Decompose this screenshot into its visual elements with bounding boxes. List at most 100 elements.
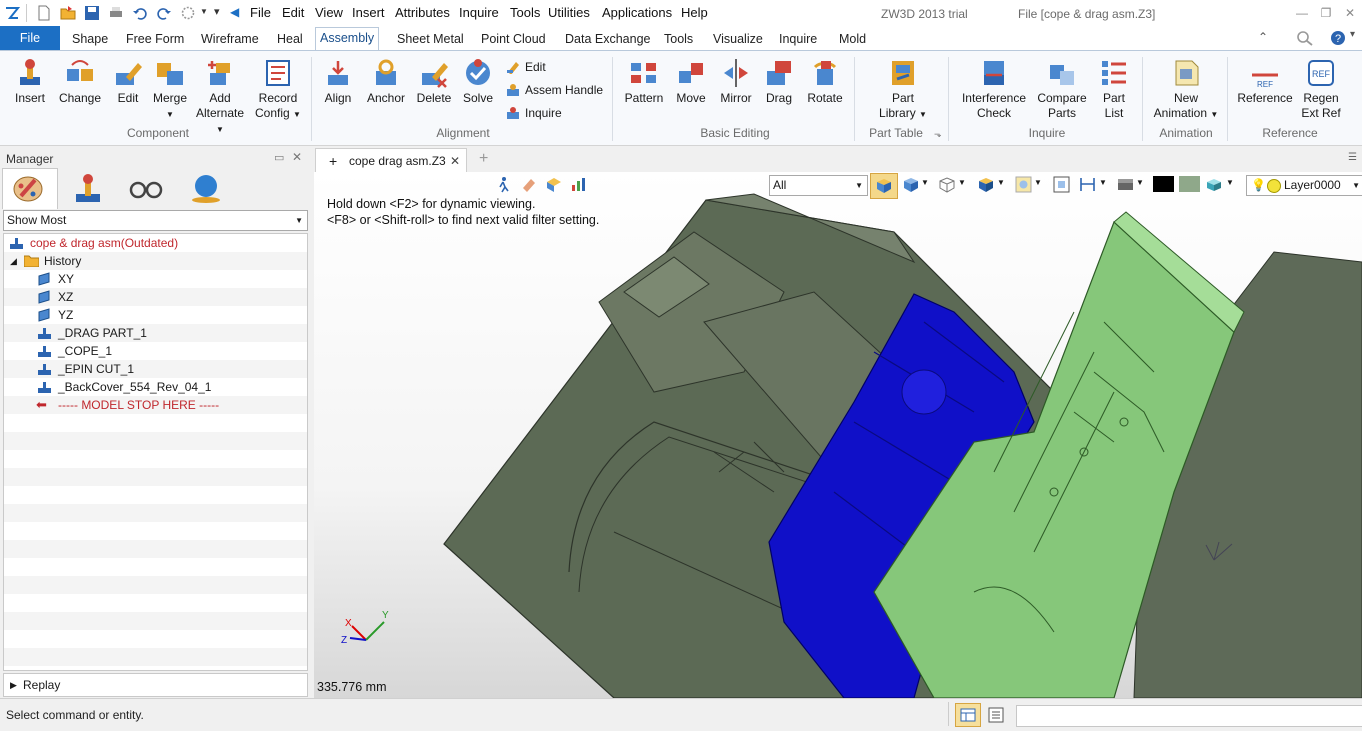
menu-edit[interactable]: Edit (280, 4, 306, 21)
tree-row-root[interactable]: cope & drag asm(Outdated) (4, 234, 307, 252)
expand-toggle-icon[interactable]: ▶ (10, 674, 17, 696)
menu-tools[interactable]: Tools (508, 4, 542, 21)
pick-filter-icon[interactable] (180, 5, 196, 21)
tab-shape[interactable]: Shape (68, 29, 112, 50)
regen-ext-ref-button[interactable]: REF Regen Ext Ref (1298, 57, 1344, 121)
tab-close-icon[interactable]: ✕ (450, 149, 460, 173)
chevron-down-icon[interactable]: ▼ (1034, 178, 1042, 187)
tab-assembly[interactable]: Assembly (315, 27, 380, 51)
wireframe-cube-icon[interactable] (938, 176, 955, 193)
change-button[interactable]: Change (56, 57, 104, 106)
edit-component-button[interactable]: Edit (110, 57, 146, 106)
3d-viewport[interactable]: All ▼ ▼ ▼ ▼ ▼ ▼ ▼ ▼ 💡 Layer0000 ▼ Hold d… (314, 172, 1362, 698)
compare-parts-button[interactable]: Compare Parts (1034, 57, 1090, 121)
chevron-down-icon[interactable]: ▼ (1099, 178, 1107, 187)
restore-icon[interactable]: ❐ (1317, 5, 1335, 21)
layer-select[interactable]: 💡 Layer0000 ▼ (1246, 175, 1362, 196)
dimension-icon[interactable] (1079, 176, 1096, 193)
new-tab-icon[interactable]: + (479, 150, 488, 168)
tab-mold[interactable]: Mold (835, 29, 870, 50)
add-alternate-button[interactable]: Add Alternate ▼ (192, 57, 248, 137)
chevron-down-icon[interactable]: ▼ (200, 7, 208, 16)
walk-icon[interactable] (495, 176, 512, 193)
tree-row-datum-xy[interactable]: XY (4, 270, 307, 288)
history-manager-icon[interactable] (11, 172, 47, 204)
menu-file[interactable]: File (248, 4, 273, 21)
rotate-button[interactable]: Rotate (804, 57, 846, 106)
input-mode-toggle[interactable] (955, 703, 981, 727)
tab-visualize[interactable]: Visualize (709, 29, 767, 50)
merge-button[interactable]: Merge ▼ (150, 57, 190, 122)
tab-sheet-metal[interactable]: Sheet Metal (393, 29, 468, 50)
part-list-button[interactable]: Part List (1096, 57, 1132, 121)
tab-file[interactable]: File (0, 26, 60, 50)
pick-filter-select[interactable]: All ▼ (769, 175, 868, 196)
open-folder-icon[interactable] (60, 5, 76, 21)
part-library-button[interactable]: Part Library ▼ (872, 57, 934, 122)
chevron-down-icon[interactable]: ▼ (1136, 178, 1144, 187)
collapse-ribbon-icon[interactable]: ⌃ (1258, 30, 1268, 44)
tree-row-component[interactable]: _DRAG PART_1 (4, 324, 307, 342)
tab-tools[interactable]: Tools (660, 29, 697, 50)
chevron-down-icon[interactable]: ▼ (997, 178, 1005, 187)
color-swatch-green[interactable] (1179, 176, 1200, 192)
drag-button[interactable]: Drag (762, 57, 796, 106)
render-icon[interactable] (1015, 176, 1032, 193)
anchor-button[interactable]: Anchor (362, 57, 410, 106)
solve-button[interactable]: Solve (458, 57, 498, 106)
interference-check-button[interactable]: Interference Check (958, 57, 1030, 121)
tab-inquire[interactable]: Inquire (775, 29, 821, 50)
insert-component-button[interactable]: Insert (10, 57, 50, 106)
chevron-down-icon[interactable]: ▼ (958, 178, 966, 187)
help-icon[interactable]: ? (1330, 30, 1346, 46)
view-cube-icon[interactable] (902, 176, 919, 193)
chevron-down-icon[interactable]: ▼ (921, 178, 929, 187)
pattern-button[interactable]: Pattern (621, 57, 667, 106)
menu-help[interactable]: Help (679, 4, 710, 21)
command-input[interactable] (1016, 705, 1362, 727)
reference-button[interactable]: REF Reference (1235, 57, 1295, 106)
help-dropdown-icon[interactable]: ▾ (1350, 29, 1355, 40)
list-icon[interactable] (988, 707, 1004, 723)
zoom-fit-icon[interactable] (1053, 176, 1070, 193)
tree-row-component[interactable]: _COPE_1 (4, 342, 307, 360)
visual-manager-icon[interactable] (188, 172, 224, 204)
menu-applications[interactable]: Applications (600, 4, 674, 21)
inquire-constraint-button[interactable]: Inquire (506, 104, 562, 122)
assem-handle-button[interactable]: Assem Handle (506, 81, 603, 99)
save-icon[interactable] (84, 5, 100, 21)
pin-icon[interactable]: ▭ (274, 151, 284, 164)
new-animation-button[interactable]: New Animation ▼ (1150, 57, 1222, 122)
color-swatch-black[interactable] (1153, 176, 1174, 192)
expand-toggle-icon[interactable]: ◢ (10, 252, 17, 270)
tree-row-component[interactable]: _EPIN CUT_1 (4, 360, 307, 378)
shaded-mode-toggle[interactable] (870, 173, 898, 199)
background-icon[interactable] (1117, 176, 1134, 193)
menu-inquire[interactable]: Inquire (457, 4, 501, 21)
app-logo-icon[interactable] (4, 5, 20, 21)
replay-panel[interactable]: ▶ Replay (3, 673, 308, 697)
tree-row-datum-yz[interactable]: YZ (4, 306, 307, 324)
tree-row-model-stop[interactable]: ⬅ ----- MODEL STOP HERE ----- (4, 396, 307, 414)
display-mode-icon[interactable] (977, 176, 994, 193)
minimize-icon[interactable]: — (1293, 5, 1311, 21)
mirror-button[interactable]: Mirror (714, 57, 758, 106)
tab-point-cloud[interactable]: Point Cloud (477, 29, 550, 50)
tree-filter-select[interactable]: Show Most ▼ (3, 210, 308, 231)
record-config-button[interactable]: Record Config ▼ (252, 57, 304, 122)
tree-row-component[interactable]: _BackCover_554_Rev_04_1 (4, 378, 307, 396)
chevron-down-icon[interactable]: ▼ (1226, 178, 1234, 187)
panel-close-icon[interactable]: ✕ (292, 150, 302, 164)
align-button[interactable]: Align (318, 57, 358, 106)
tab-data-exchange[interactable]: Data Exchange (561, 29, 654, 50)
tree-row-history[interactable]: ◢ History (4, 252, 307, 270)
menu-attributes[interactable]: Attributes (393, 4, 452, 21)
delete-constraint-button[interactable]: Delete (414, 57, 454, 106)
menu-insert[interactable]: Insert (350, 4, 387, 21)
redo-icon[interactable] (156, 5, 172, 21)
collapse-arrow-icon[interactable]: ◀ (230, 5, 239, 19)
document-tab[interactable]: + cope drag asm.Z3 ✕ (315, 148, 467, 173)
move-button[interactable]: Move (672, 57, 710, 106)
assembly-manager-icon[interactable] (70, 172, 106, 204)
material-icon[interactable] (1205, 176, 1222, 193)
